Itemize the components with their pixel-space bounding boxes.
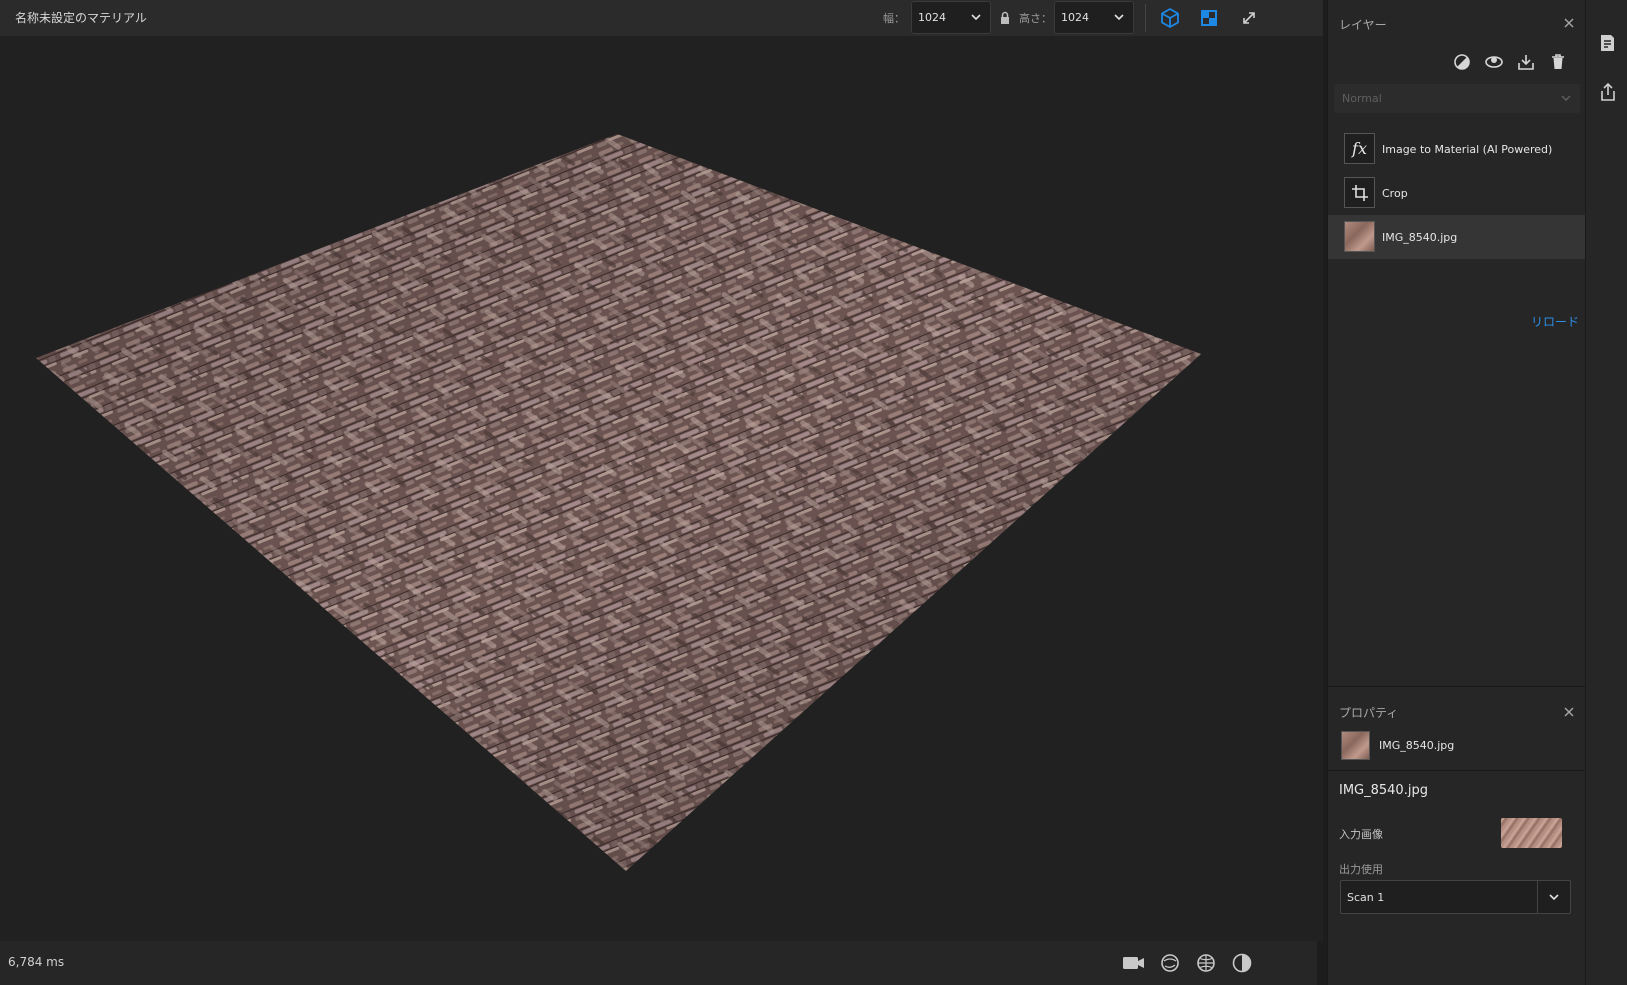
globe-icon[interactable] <box>1191 949 1221 977</box>
height-value: 1024 <box>1061 11 1089 24</box>
reload-link[interactable]: リロード <box>1531 313 1579 330</box>
selected-layer-name: IMG_8540.jpg <box>1379 739 1455 752</box>
layer-item-img-8540[interactable]: IMG_8540.jpg <box>1328 215 1586 259</box>
properties-panel-title: プロパティ <box>1339 706 1399 720</box>
3d-view-icon[interactable] <box>1156 4 1184 32</box>
render-time: 6,784 ms <box>8 955 65 969</box>
width-select[interactable]: 1024 <box>911 1 991 34</box>
layer-item-crop[interactable]: Crop <box>1328 171 1586 215</box>
height-label: 高さ： <box>1019 12 1052 25</box>
output-usage-value: Scan 1 <box>1347 891 1385 904</box>
close-icon[interactable] <box>1561 15 1577 31</box>
chevron-down-icon <box>1114 14 1124 21</box>
properties-toggle-icon[interactable] <box>1594 29 1622 57</box>
input-image-label: 入力画像 <box>1339 828 1383 841</box>
layers-panel-title: レイヤー <box>1339 18 1387 32</box>
close-icon[interactable] <box>1561 704 1577 720</box>
layer-item-image-to-material[interactable]: fx Image to Material (AI Powered) <box>1328 127 1586 171</box>
camera-icon[interactable] <box>1119 949 1149 977</box>
toolbar-divider <box>1145 4 1146 32</box>
fill-layer-icon[interactable] <box>1450 50 1474 74</box>
expand-icon[interactable] <box>1235 4 1263 32</box>
divider <box>1328 770 1586 771</box>
layer-label: IMG_8540.jpg <box>1382 230 1458 244</box>
height-select[interactable]: 1024 <box>1054 1 1134 34</box>
crop-icon <box>1344 177 1375 208</box>
environment-icon[interactable] <box>1155 949 1185 977</box>
layer-label: Crop <box>1382 186 1408 200</box>
2d-view-icon[interactable] <box>1195 4 1223 32</box>
select-divider <box>1537 881 1538 913</box>
trash-icon[interactable] <box>1546 50 1570 74</box>
output-usage-select[interactable]: Scan 1 <box>1340 880 1571 914</box>
width-label: 幅： <box>883 12 905 25</box>
top-toolbar: 名称未設定のマテリアル 幅： 1024 高さ： 1024 <box>0 0 1323 36</box>
blend-mode-select[interactable]: Normal <box>1334 84 1580 113</box>
chevron-down-icon <box>971 14 981 21</box>
export-icon[interactable] <box>1594 78 1622 106</box>
3d-viewport[interactable] <box>0 36 1323 941</box>
blend-mode-value: Normal <box>1342 92 1382 105</box>
layer-label: Image to Material (AI Powered) <box>1382 142 1553 156</box>
status-bar: 6,784 ms <box>0 941 1317 985</box>
filter-layer-icon[interactable] <box>1482 50 1506 74</box>
input-image-preview[interactable] <box>1501 818 1562 848</box>
properties-panel: プロパティ IMG_8540.jpg IMG_8540.jpg 入力画像 出力使… <box>1327 686 1586 985</box>
fx-icon: fx <box>1344 133 1375 164</box>
property-file-name: IMG_8540.jpg <box>1339 783 1428 798</box>
chevron-down-icon <box>1561 95 1571 102</box>
width-value: 1024 <box>918 11 946 24</box>
chevron-down-icon <box>1549 894 1559 901</box>
import-icon[interactable] <box>1514 50 1538 74</box>
layers-panel: レイヤー Normal fx Image to Material (AI Pow… <box>1327 0 1586 686</box>
document-title: 名称未設定のマテリアル <box>15 11 147 25</box>
right-sidebar <box>1585 0 1627 985</box>
material-preview-plane[interactable] <box>0 36 1323 941</box>
lock-icon[interactable] <box>991 4 1019 32</box>
material-ball-icon[interactable] <box>1227 949 1257 977</box>
image-thumbnail <box>1344 221 1375 252</box>
image-thumbnail <box>1341 731 1370 760</box>
output-usage-label: 出力使用 <box>1339 863 1383 876</box>
